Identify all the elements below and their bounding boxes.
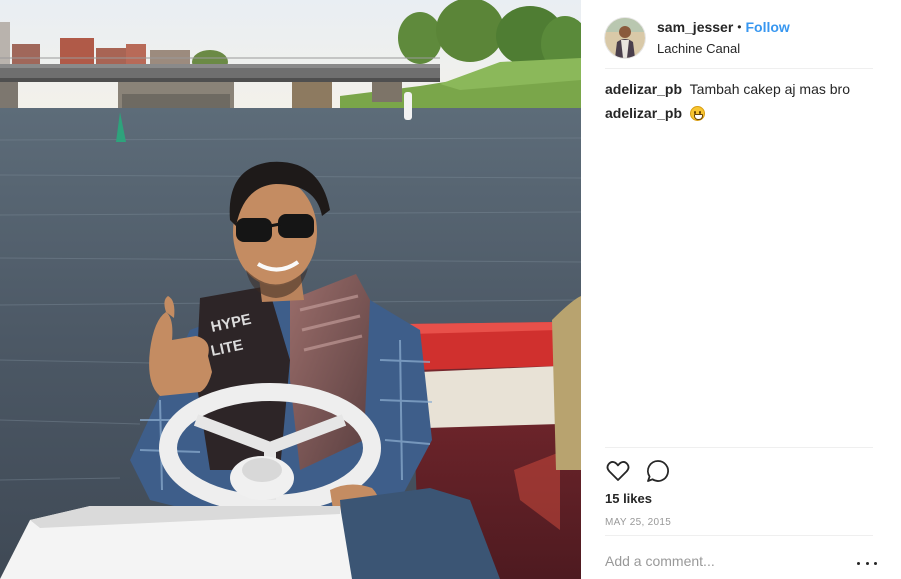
follow-button[interactable]: Follow bbox=[746, 18, 790, 36]
instagram-post: HYPE LITE sam_jesser • Follow Lachine Ca… bbox=[0, 0, 901, 579]
add-comment-input[interactable] bbox=[605, 553, 845, 569]
divider bbox=[605, 535, 873, 536]
comments-list: adelizar_pb Tambah cakep aj mas bro adel… bbox=[605, 80, 873, 128]
username-link[interactable]: sam_jesser bbox=[657, 18, 733, 36]
heart-icon[interactable] bbox=[605, 458, 631, 484]
divider bbox=[605, 68, 873, 69]
post-header: sam_jesser • Follow Lachine Canal bbox=[605, 8, 893, 68]
post-actions bbox=[605, 458, 685, 484]
header-text: sam_jesser • Follow Lachine Canal bbox=[657, 18, 790, 58]
divider bbox=[605, 447, 873, 448]
post-photo[interactable]: HYPE LITE bbox=[0, 0, 581, 579]
comment: adelizar_pb Tambah cakep aj mas bro bbox=[605, 80, 873, 98]
comment-author-link[interactable]: adelizar_pb bbox=[605, 105, 682, 121]
avatar[interactable] bbox=[605, 18, 645, 58]
location-link[interactable]: Lachine Canal bbox=[657, 40, 790, 58]
comment-author-link[interactable]: adelizar_pb bbox=[605, 81, 682, 97]
separator-dot: • bbox=[737, 20, 742, 34]
comment: adelizar_pb bbox=[605, 104, 873, 122]
post-date: MAY 25, 2015 bbox=[605, 517, 672, 528]
likes-count[interactable]: 15 likes bbox=[605, 491, 652, 506]
comment-text: Tambah cakep aj mas bro bbox=[689, 81, 850, 97]
post-sidebar: sam_jesser • Follow Lachine Canal adeliz… bbox=[581, 0, 901, 579]
more-options-icon[interactable] bbox=[857, 556, 877, 570]
grinning-face-emoji-icon bbox=[689, 106, 705, 121]
comment-icon[interactable] bbox=[645, 458, 671, 484]
